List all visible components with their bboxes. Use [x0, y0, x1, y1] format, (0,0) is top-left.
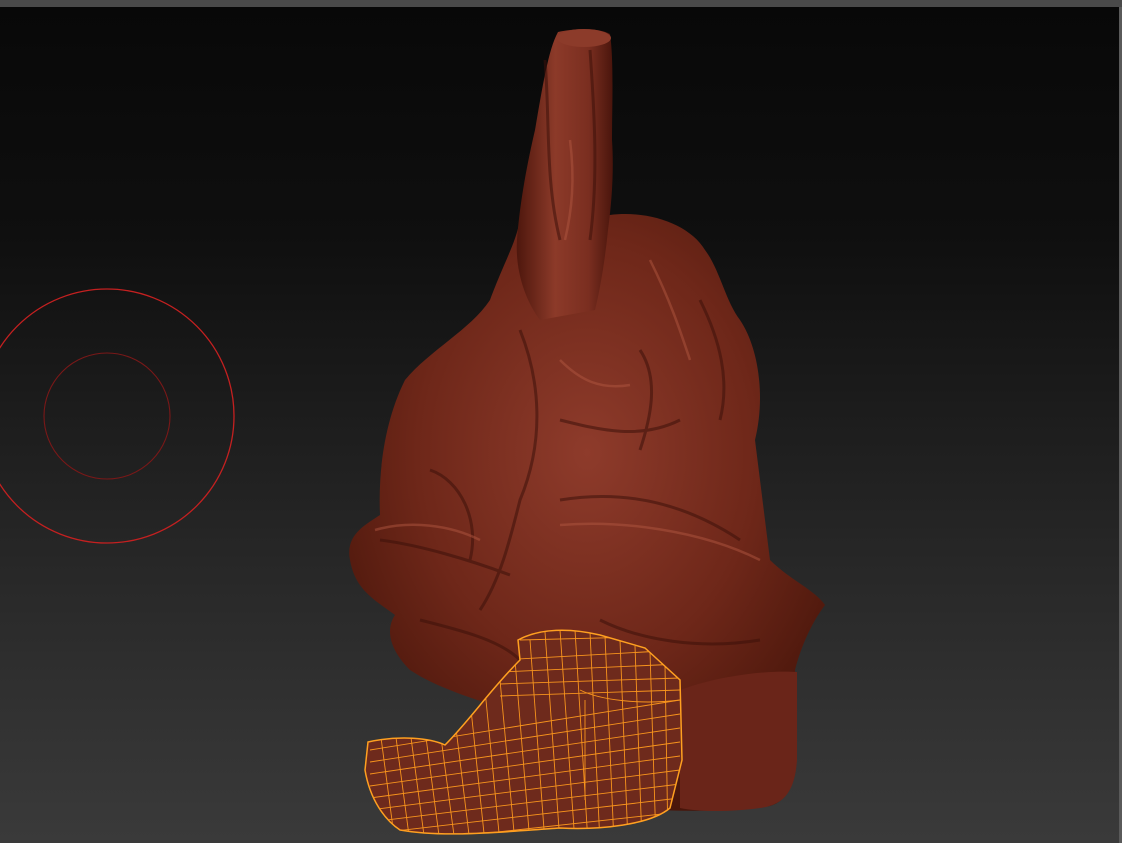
rock-spire	[516, 29, 613, 320]
rock-front-block	[680, 671, 797, 811]
spire-tip	[557, 29, 611, 47]
3d-viewport[interactable]	[0, 0, 1122, 843]
scene-canvas[interactable]	[0, 0, 1122, 843]
brush-cursor	[0, 288, 235, 544]
brush-inner-radius	[43, 352, 171, 480]
brush-outer-radius	[0, 288, 235, 544]
